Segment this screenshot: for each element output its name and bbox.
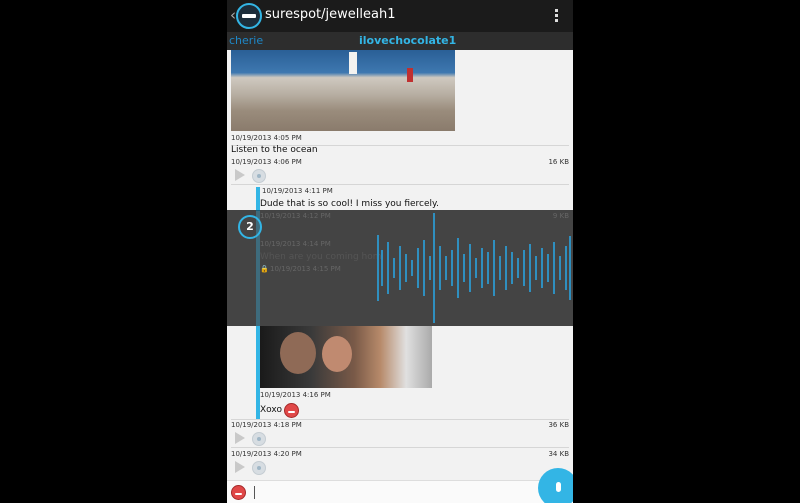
message-timestamp: 10/19/2013 4:18 PM (231, 421, 302, 429)
person-face (322, 336, 352, 372)
play-icon[interactable] (235, 432, 245, 444)
tab-strip: cherie ilovechocolate1 (227, 32, 573, 50)
tab-cherie[interactable]: cherie (229, 34, 263, 47)
person-face (280, 332, 316, 374)
image-message-selfie[interactable] (260, 326, 432, 388)
play-icon[interactable] (235, 461, 245, 473)
phone-screen: ‹ surespot/jewelleah1 cherie ilovechocol… (227, 0, 573, 503)
app-logo-icon[interactable] (236, 3, 262, 29)
voice-dot-icon[interactable] (252, 169, 266, 183)
voice-dot-icon[interactable] (252, 432, 266, 446)
action-bar: ‹ surespot/jewelleah1 (227, 0, 573, 32)
voice-playback-overlay[interactable]: 10/19/2013 4:12 PM 9 KB 2 10/19/2013 4:1… (227, 210, 573, 326)
divider (231, 419, 569, 420)
message-timestamp: 10/19/2013 4:12 PM (260, 212, 331, 220)
conversation-title: surespot/jewelleah1 (265, 7, 396, 22)
audio-waveform (377, 213, 571, 323)
message-list[interactable]: 10/19/2013 4:05 PM Listen to the ocean 1… (227, 50, 573, 480)
message-timestamp: 10/19/2013 4:14 PM (260, 240, 331, 248)
divider (231, 447, 569, 448)
play-icon[interactable] (235, 169, 245, 181)
lighthouse (349, 52, 357, 74)
message-timestamp: 10/19/2013 4:16 PM (260, 391, 331, 399)
voice-dot-icon[interactable] (252, 461, 266, 475)
person-figure (407, 68, 413, 82)
file-size: 36 KB (548, 421, 569, 429)
message-text: Dude that is so cool! I miss you fiercel… (260, 199, 439, 209)
emoji-icon[interactable] (231, 485, 246, 500)
file-size: 34 KB (548, 450, 569, 458)
message-composer[interactable] (227, 480, 573, 503)
overflow-menu-icon[interactable] (555, 9, 559, 24)
message-timestamp: 10/19/2013 4:20 PM (231, 450, 302, 458)
message-timestamp: 10/19/2013 4:05 PM (231, 134, 302, 142)
emoji-icon (284, 403, 299, 418)
mic-icon[interactable] (538, 468, 573, 503)
message-timestamp: 10/19/2013 4:11 PM (262, 187, 333, 195)
file-size: 16 KB (548, 158, 569, 166)
image-message-lighthouse[interactable] (231, 50, 455, 131)
message-text: Xoxo (260, 405, 282, 415)
text-cursor (254, 486, 255, 499)
tab-ilovechocolate1[interactable]: ilovechocolate1 (359, 34, 456, 47)
divider (231, 184, 569, 185)
lock-icon: 🔒 (260, 265, 269, 273)
message-text: Listen to the ocean (231, 145, 318, 155)
message-timestamp: 10/19/2013 4:15 PM (270, 265, 341, 273)
message-timestamp: 10/19/2013 4:06 PM (231, 158, 302, 166)
